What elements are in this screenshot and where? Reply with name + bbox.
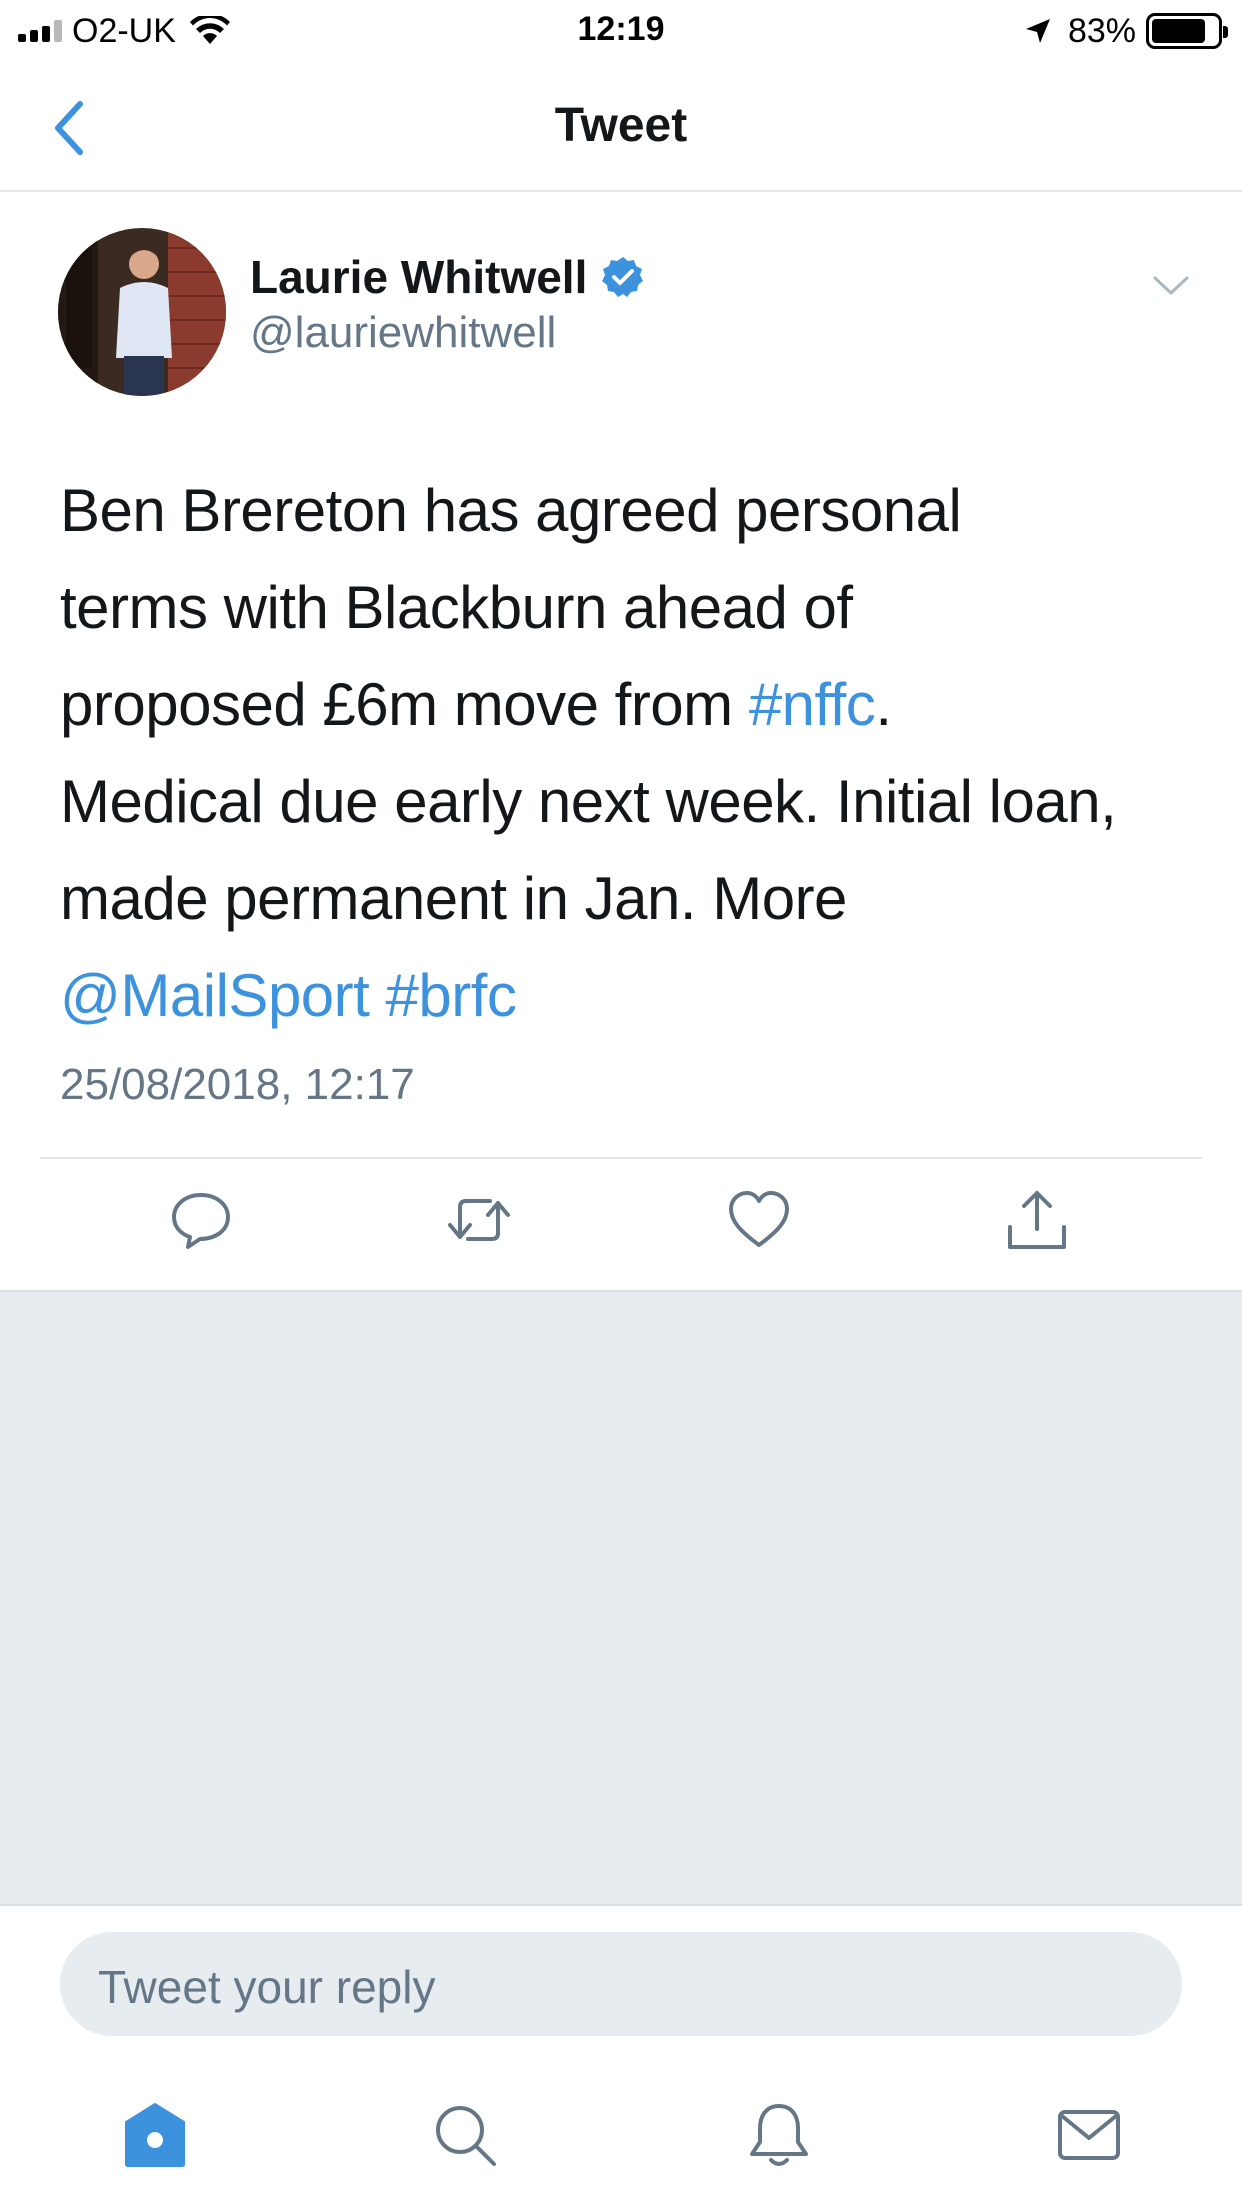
notifications-icon[interactable] [744,2100,814,2170]
chevron-down-icon[interactable] [1152,274,1190,298]
tweet-text-line: Medical due early next week. Initial loa… [60,768,1117,835]
replies-area [0,1290,1242,1906]
mention-link-mailsport[interactable]: @MailSport [60,962,370,1029]
tweet-timestamp: 25/08/2018, 12:17 [60,1060,415,1109]
author-avatar[interactable] [58,228,226,396]
messages-icon[interactable] [1054,2100,1124,2170]
tweet-detail: Laurie Whitwell @lauriewhitwell Ben Brer… [0,192,1242,1290]
hashtag-link-nffc[interactable]: #nffc [749,671,876,738]
tweet-text-line: terms with Blackburn ahead of [60,574,853,641]
divider [40,1157,1202,1159]
author-handle[interactable]: @lauriewhitwell [250,308,556,358]
reply-placeholder: Tweet your reply [98,1961,436,2013]
tab-bar [0,2060,1242,2208]
author-name[interactable]: Laurie Whitwell [250,250,587,304]
battery-percentage: 83% [1067,11,1136,50]
home-icon[interactable] [120,2100,190,2170]
hashtag-link-brfc[interactable]: #brfc [386,962,517,1029]
retweet-icon[interactable] [446,1187,512,1253]
tweet-text-line: Ben Brereton has agreed personal [60,477,962,544]
verified-badge-icon [602,257,644,297]
share-icon[interactable] [1004,1187,1070,1253]
reply-icon[interactable] [168,1187,234,1253]
page-title: Tweet [554,99,688,152]
reply-input[interactable]: Tweet your reply [60,1932,1182,2036]
tweet-text: Ben Brereton has agreed personal terms w… [60,462,1190,1044]
tweet-actions [0,1187,1242,1257]
location-arrow-icon [1025,19,1050,43]
navigation-bar: Tweet [0,62,1242,192]
battery-icon [1146,13,1228,49]
status-bar: O2-UK 12:19 83% [0,0,1242,62]
tweet-text-line: proposed £6m move from #nffc. [60,671,892,738]
search-icon[interactable] [430,2100,500,2170]
like-icon[interactable] [726,1187,792,1253]
tweet-text-line: made permanent in Jan. More [60,865,847,932]
tweet-text-line: @MailSport #brfc [60,947,1190,1044]
